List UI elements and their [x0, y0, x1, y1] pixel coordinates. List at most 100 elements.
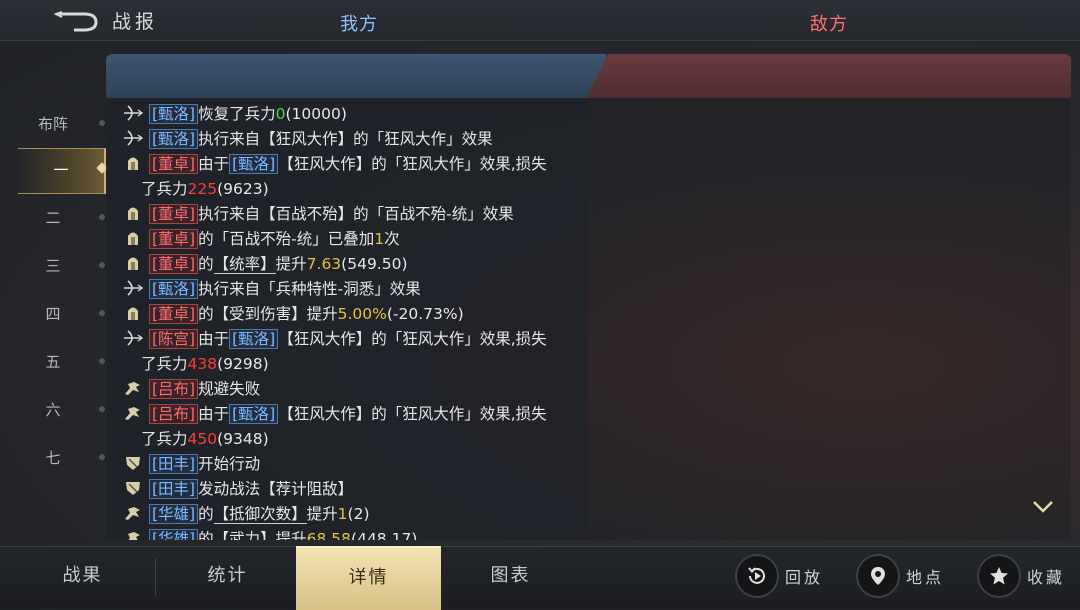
back-arrow-icon[interactable]	[54, 8, 100, 34]
log-text: 【武力】	[213, 530, 276, 540]
log-line: [田丰] 开始行动	[122, 452, 260, 474]
general-tag[interactable]: [董卓]	[149, 229, 199, 249]
enemy-side-label: 敌方	[810, 14, 848, 35]
log-text: 提升	[306, 505, 338, 523]
top-bar	[0, 0, 1080, 41]
log-text: 恢复了兵力	[198, 105, 276, 123]
log-text: 次	[384, 230, 400, 248]
general-tag[interactable]: [陈宫]	[149, 329, 199, 349]
round-tab-2[interactable]: 二	[0, 196, 106, 240]
my-side-label: 我方	[340, 14, 378, 35]
page-title: 战报	[112, 11, 159, 33]
log-text: 1	[374, 230, 385, 248]
log-text: 的	[198, 530, 214, 540]
bow-icon	[122, 329, 144, 347]
general-tag[interactable]: [董卓]	[149, 204, 199, 224]
shield-icon	[122, 454, 144, 472]
log-line: [董卓] 的「百战不殆-统」已叠加1次	[122, 227, 400, 249]
log-text: (9623)	[217, 180, 269, 198]
horse-icon	[122, 379, 144, 397]
log-text: 了兵力	[141, 355, 188, 373]
log-text: 5.00%	[337, 305, 387, 323]
round-label: 二	[45, 209, 61, 227]
round-tab-5[interactable]: 五	[0, 340, 106, 384]
favorite-button[interactable]: 收藏	[977, 554, 1072, 598]
helmet-icon	[122, 229, 144, 247]
log-line: [陈宫] 由于 [甄洛] 【狂风大作】的「狂风大作」效果,损失	[122, 327, 547, 349]
tab-statistics[interactable]: 统计	[155, 546, 300, 608]
general-tag[interactable]: [甄洛]	[229, 154, 279, 174]
enemy-log	[588, 98, 1071, 540]
log-text: 了兵力	[141, 430, 188, 448]
general-tag[interactable]: [华雄]	[149, 529, 199, 540]
location-button[interactable]: 地点	[856, 554, 951, 598]
general-tag[interactable]: [甄洛]	[229, 329, 279, 349]
log-text: 规避失败	[198, 380, 261, 398]
enemy-side-header[interactable]	[586, 54, 1071, 98]
tab-results[interactable]: 战果	[10, 546, 155, 608]
general-tag[interactable]: [田丰]	[149, 454, 199, 474]
location-label: 地点	[906, 568, 945, 587]
general-tag[interactable]: [甄洛]	[149, 129, 199, 149]
general-tag[interactable]: [甄洛]	[229, 404, 279, 424]
log-line: [华雄] 的【武力】提升68.58(448.17)	[122, 527, 417, 540]
general-tag[interactable]: [董卓]	[149, 154, 199, 174]
replay-button[interactable]: 回放	[735, 554, 830, 598]
round-label: 布阵	[37, 115, 68, 133]
general-tag[interactable]: [董卓]	[149, 254, 199, 274]
horse-icon	[122, 504, 144, 522]
general-tag[interactable]: [甄洛]	[149, 104, 199, 124]
log-text: 的	[198, 505, 214, 523]
log-line: [董卓] 的【受到伤害】提升5.00%(-20.73%)	[122, 302, 464, 324]
general-tag[interactable]: [吕布]	[149, 379, 199, 399]
log-text: 由于	[198, 330, 230, 348]
log-text: 了兵力	[141, 180, 188, 198]
log-line: [田丰] 发动战法【荐计阻敌】	[122, 477, 353, 499]
bow-icon	[122, 129, 144, 147]
log-text: 【狂风大作】的「狂风大作」效果,损失	[278, 155, 547, 173]
round-label: 五	[45, 353, 61, 371]
location-pin-icon	[871, 567, 885, 585]
log-text: (549.50)	[341, 255, 408, 273]
general-tag[interactable]: [董卓]	[149, 304, 199, 324]
round-tab-1[interactable]: 一	[18, 148, 108, 194]
general-tag[interactable]: [田丰]	[149, 479, 199, 499]
round-label: 三	[45, 257, 61, 275]
log-text: (2)	[347, 505, 370, 523]
round-tab-6[interactable]: 六	[0, 388, 106, 432]
round-tab-3[interactable]: 三	[0, 244, 106, 288]
log-line-continuation: 了兵力450(9348)	[141, 427, 269, 449]
log-text: (10000)	[285, 105, 347, 123]
log-text: (448.17)	[351, 530, 418, 540]
helmet-icon	[122, 204, 144, 222]
log-text: 68.58	[306, 530, 352, 540]
round-label: 六	[45, 401, 61, 419]
general-tag[interactable]: [吕布]	[149, 404, 199, 424]
log-text: 执行来自【百战不殆】的「百战不殆-统」效果	[198, 205, 514, 223]
shield-icon	[122, 479, 144, 497]
log-text: 【狂风大作】的「狂风大作」效果,损失	[278, 405, 547, 423]
round-tab-formation[interactable]: 布阵	[0, 102, 106, 146]
replay-label: 回放	[785, 568, 824, 587]
tab-details[interactable]: 详情	[296, 546, 441, 610]
log-line: [吕布] 规避失败	[122, 377, 260, 399]
log-text: 发动战法【荐计阻敌】	[198, 480, 354, 498]
log-text: 438	[187, 355, 218, 373]
log-text: 执行来自「兵种特性-洞悉」效果	[198, 280, 421, 298]
log-text: 的【受到伤害】提升	[198, 305, 338, 323]
tab-chart[interactable]: 图表	[438, 546, 583, 608]
round-tab-4[interactable]: 四	[0, 292, 106, 336]
log-line: [董卓] 由于 [甄洛] 【狂风大作】的「狂风大作」效果,损失	[122, 152, 547, 174]
rounds-nav: 布阵 一 二 三 四 五 六 七	[0, 96, 108, 546]
general-tag[interactable]: [华雄]	[149, 504, 199, 524]
battle-log[interactable]: [甄洛] 恢复了兵力0(10000) [甄洛] 执行来自【狂风大作】的「狂风大作」效果…	[106, 98, 588, 540]
replay-icon	[748, 567, 765, 584]
log-line-continuation: 了兵力225(9623)	[141, 177, 269, 199]
my-side-header[interactable]	[106, 54, 606, 98]
log-text: 的「百战不殆-统」已叠加	[198, 230, 375, 248]
scroll-down-chevron-icon[interactable]	[1032, 500, 1054, 514]
general-tag[interactable]: [甄洛]	[149, 279, 199, 299]
round-tab-7[interactable]: 七	[0, 436, 106, 480]
helmet-icon	[122, 154, 144, 172]
log-text: 【狂风大作】的「狂风大作」效果,损失	[278, 330, 547, 348]
